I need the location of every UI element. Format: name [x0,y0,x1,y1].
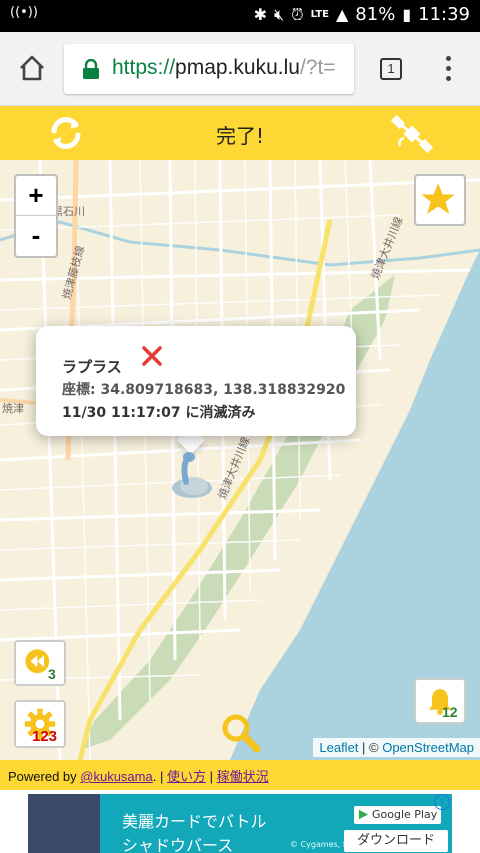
browser-toolbar: https://pmap.kuku.lu/?t= 1 [0,32,480,106]
powered-by-label: Powered by [8,769,81,784]
pokemon-name: ラプラス [62,358,122,376]
signal-icon: ▲ [335,5,349,24]
battery-percent: 81% [355,4,396,25]
google-play-badge: Google Play [354,806,442,824]
notification-count: 12 [442,704,458,720]
alarm-icon: ⏰︎ [291,4,304,24]
map-view[interactable]: 焼津藤枝線 焼津大井川線 焼津大井川線 黒石川 焼津 + - ラプラス 座標: … [0,160,480,760]
url-path: /?t= [299,56,336,79]
map-tiles: 焼津藤枝線 焼津大井川線 焼津大井川線 黒石川 焼津 [0,160,480,760]
address-bar[interactable]: https://pmap.kuku.lu/?t= [64,44,354,94]
google-play-icon [358,809,369,820]
howto-link[interactable]: 使い方 [167,769,206,784]
zoom-out-button[interactable]: - [16,216,56,256]
pokemon-coordinates: 座標: 34.809718683, 138.318832920 [62,382,346,398]
zoom-in-button[interactable]: + [16,176,56,216]
ad-subtitle: シャドウバース [122,836,234,853]
store-label: Google Play [372,808,438,821]
ad-download-button[interactable]: ダウンロード [344,830,448,852]
bluetooth-icon: ✱ [253,5,268,24]
svg-text:焼津: 焼津 [2,402,24,415]
notification-button[interactable]: 12 [414,678,466,724]
url-host: pmap.kuku.lu [175,56,300,79]
close-icon[interactable] [140,344,164,368]
battery-icon: ▮ [402,5,412,24]
ad-thumbnail [28,794,100,853]
author-link[interactable]: @kukusama [80,769,152,784]
search-icon[interactable] [220,712,262,754]
settings-button[interactable]: 123 [14,700,66,748]
history-count: 3 [48,666,56,682]
network-type: LTE [310,9,329,20]
map-attribution: Leaflet | © OpenStreetMap [313,738,480,757]
ad-info-icon[interactable]: i [434,794,450,810]
ad-content[interactable]: 美麗カードでバトル シャドウバース Google Play © Cygames,… [28,794,452,853]
pokemon-despawn-time: 11/30 11:17:07 に消滅済み [62,405,256,421]
footer-separator: | [205,769,217,784]
pokemon-popup: ラプラス 座標: 34.809718683, 138.318832920 11/… [36,326,356,436]
lock-icon [83,59,99,79]
history-button[interactable]: 3 [14,640,66,686]
mute-icon: 🔇︎ [274,4,285,24]
openstreetmap-link[interactable]: OpenStreetMap [382,740,474,755]
status-bar: ((•)) ✱ 🔇︎ ⏰︎ LTE ▲ 81% ▮ 11:39 [0,0,480,32]
app-header: 完了! [0,106,480,160]
star-icon [421,183,455,214]
page-footer: Powered by @kukusama. | 使い方 | 稼働状況 [0,760,480,790]
favorites-button[interactable] [414,174,466,226]
clock: 11:39 [418,4,470,25]
zoom-control: + - [14,174,58,258]
status-link[interactable]: 稼働状況 [217,769,269,784]
ad-banner: 美麗カードでバトル シャドウバース Google Play © Cygames,… [0,790,480,853]
satellite-icon[interactable] [390,114,434,154]
url-scheme: https:// [112,56,176,79]
footer-separator: . | [152,769,167,784]
attribution-separator: | © [358,740,383,755]
url-text: https://pmap.kuku.lu/?t= [112,56,336,80]
wifi-calling-icon: ((•)) [10,5,38,20]
settings-count: 123 [32,728,58,745]
leaflet-link[interactable]: Leaflet [319,740,358,755]
pokemon-marker-icon[interactable] [164,448,218,502]
ad-title: 美麗カードでバトル [122,812,267,831]
tab-switcher-button[interactable]: 1 [380,58,402,80]
home-icon[interactable] [18,54,46,82]
overflow-menu-icon[interactable] [440,56,456,84]
